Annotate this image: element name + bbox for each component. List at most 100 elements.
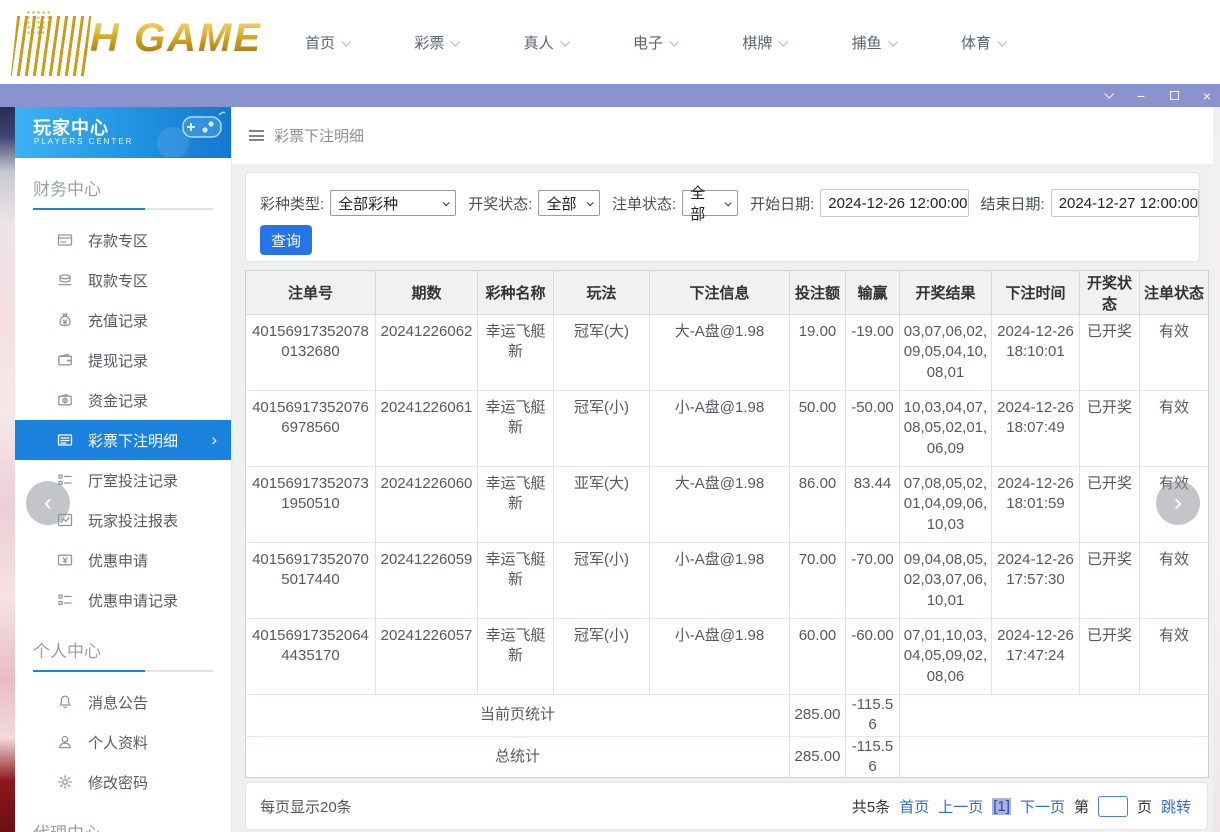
nav-item[interactable]: 彩票 <box>414 32 461 53</box>
order-status-select[interactable]: 全部 <box>682 185 739 223</box>
table-row: 401569173520705017440 20241226059 幸运飞艇新 冠军(… <box>245 542 1209 619</box>
draw-status-select[interactable]: 全部 <box>538 190 601 216</box>
section-divider <box>33 670 213 672</box>
nav-item[interactable]: 电子 <box>633 32 680 53</box>
chevron-down-icon <box>559 36 570 47</box>
nav-item[interactable]: 捕鱼 <box>852 32 898 53</box>
jump-prefix-label: 第 <box>1073 798 1089 816</box>
sidebar-item-label: 消息公告 <box>88 694 149 712</box>
table-cell: 幸运飞艇新 <box>477 466 554 543</box>
sidebar-item[interactable]: 取款专区 <box>15 260 231 300</box>
sidebar-header: 玩家中心 PLAYERS CENTER <box>15 107 231 158</box>
sidebar-item-label: 资金记录 <box>88 392 149 410</box>
column-header: 玩法 <box>553 270 650 315</box>
table-cell: 有效 <box>1139 618 1209 695</box>
chevron-down-icon <box>669 36 680 47</box>
column-header: 投注额 <box>789 270 846 315</box>
list-icon <box>57 592 74 609</box>
bet-detail-table: 注单号 期数 彩种名称 玩法 下注信息 投注额 输赢 开奖结果 下注时间 开奖状态 注单状态 401… <box>245 270 1209 778</box>
chevron-down-icon <box>442 198 451 206</box>
table-cell: 20241226059 <box>375 542 478 619</box>
sidebar: 玩家中心 PLAYERS CENTER 财务中心 存款专区 取款专区 充值记录 … <box>15 107 232 832</box>
sidebar-item[interactable]: 消息公告 <box>15 682 231 722</box>
sidebar-item[interactable]: 个人资料 <box>15 722 231 762</box>
filter-panel: 彩种类型: 全部彩种 开奖状态: 全部 注单状态: 全部 开始日期: 2024-… <box>245 172 1200 262</box>
first-page-link[interactable]: 首页 <box>899 796 929 817</box>
sidebar-collapse-button[interactable]: ‹ <box>26 481 70 525</box>
jump-action-link[interactable]: 跳转 <box>1161 796 1191 817</box>
nav-item[interactable]: 真人 <box>524 32 570 53</box>
lottery-type-select[interactable]: 全部彩种 <box>330 190 457 216</box>
table-row: 401569173520644435170 20241226057 幸运飞艇新 冠军(… <box>245 618 1209 695</box>
column-header: 注单状态 <box>1139 270 1209 315</box>
nav-item[interactable]: 棋牌 <box>742 32 789 53</box>
chevron-down-icon <box>450 36 461 47</box>
current-page-indicator: [1] <box>992 797 1011 815</box>
table-scroll-right-button[interactable]: › <box>1156 481 1200 525</box>
nav-item[interactable]: 体育 <box>961 32 1008 53</box>
page-title: 彩票下注明细 <box>274 128 365 145</box>
total-count: 共5条 <box>851 798 891 816</box>
table-cell: 401569173520644435170 <box>245 618 376 695</box>
table-cell: 幸运飞艇新 <box>477 390 554 467</box>
minimize-icon[interactable]: − <box>1134 89 1148 103</box>
sidebar-item-label: 优惠申请 <box>88 552 149 570</box>
person-icon <box>57 734 74 751</box>
prev-page-link[interactable]: 上一页 <box>938 796 983 817</box>
sidebar-item[interactable]: 提现记录 <box>15 340 231 380</box>
chevron-down-icon <box>586 198 594 206</box>
end-date-label: 结束日期: <box>980 195 1045 213</box>
chevron-right-icon: › <box>211 430 217 449</box>
start-date-input[interactable]: 2024-12-26 12:00:00 <box>820 189 969 217</box>
chevron-down-icon[interactable] <box>1101 88 1115 103</box>
table-cell: 幸运飞艇新 <box>477 542 554 619</box>
table-cell: 有效 <box>1139 390 1209 467</box>
window-titlebar: − × <box>0 84 1220 107</box>
end-date-input[interactable]: 2024-12-27 12:00:00 <box>1050 189 1199 217</box>
maximize-icon[interactable] <box>1167 89 1181 103</box>
table-cell: -50.00 <box>845 390 900 467</box>
hamburger-icon[interactable] <box>249 130 264 141</box>
logo[interactable]: H GAME <box>8 6 298 78</box>
table-cell: 401569173520780132680 <box>245 314 376 391</box>
table-cell: 冠军(小) <box>553 542 650 619</box>
sidebar-item-label: 充值记录 <box>88 312 149 330</box>
sidebar-item-label: 彩票下注明细 <box>88 432 179 450</box>
table-cell: 20241226060 <box>375 466 478 543</box>
table-cell: 20241226062 <box>375 314 478 391</box>
sidebar-item[interactable]: 充值记录 <box>15 300 231 340</box>
sidebar-item[interactable]: 修改密码 <box>15 762 231 802</box>
table-cell: 70.00 <box>789 542 846 619</box>
sidebar-item[interactable]: 资金记录 <box>15 380 231 420</box>
pagination-bar: 每页显示20条 共5条 首页 上一页 [1] 下一页 第 页 跳转 <box>245 782 1208 830</box>
jump-page-input[interactable] <box>1097 795 1128 817</box>
sidebar-item[interactable]: 优惠申请 <box>15 540 231 580</box>
table-cell: 2024-12-26 18:01:59 <box>991 466 1080 543</box>
nav-item[interactable]: 首页 <box>305 32 352 53</box>
content-area: 彩票下注明细 彩种类型: 全部彩种 开奖状态: 全部 注单状态: 全部 开始日期… <box>232 107 1213 832</box>
sidebar-item-label: 厅室投注记录 <box>88 472 179 490</box>
sidebar-item-label: 修改密码 <box>88 774 149 792</box>
column-header: 开奖状态 <box>1079 270 1140 315</box>
table-cell: 401569173520766978560 <box>245 390 376 467</box>
page-background-left <box>0 107 15 832</box>
query-button[interactable]: 查询 <box>260 225 312 255</box>
table-cell: 09,04,08,05,02,03,07,06,10,01 <box>899 542 992 619</box>
close-icon[interactable]: × <box>1200 89 1214 103</box>
table-cell: 03,07,06,02,09,05,04,10,08,01 <box>899 314 992 391</box>
sidebar-item[interactable]: 彩票下注明细 › <box>15 420 231 460</box>
sidebar-item-label: 个人资料 <box>88 734 149 752</box>
summary-blank <box>899 694 1209 736</box>
logo-text: H GAME <box>90 16 262 60</box>
table-cell: 2024-12-26 17:47:24 <box>991 618 1080 695</box>
sidebar-item[interactable]: 优惠申请记录 <box>15 580 231 620</box>
sidebar-item[interactable]: 存款专区 <box>15 220 231 260</box>
chevron-down-icon <box>887 36 898 47</box>
table-cell: 10,03,04,07,08,05,02,01,06,09 <box>899 390 992 467</box>
table-cell: 冠军(大) <box>553 314 650 391</box>
funds-wallet-icon <box>57 392 74 409</box>
chevron-down-icon <box>778 36 789 47</box>
table-cell: 小-A盘@1.98 <box>649 390 790 467</box>
table-cell: 2024-12-26 18:07:49 <box>991 390 1080 467</box>
next-page-link[interactable]: 下一页 <box>1020 796 1065 817</box>
